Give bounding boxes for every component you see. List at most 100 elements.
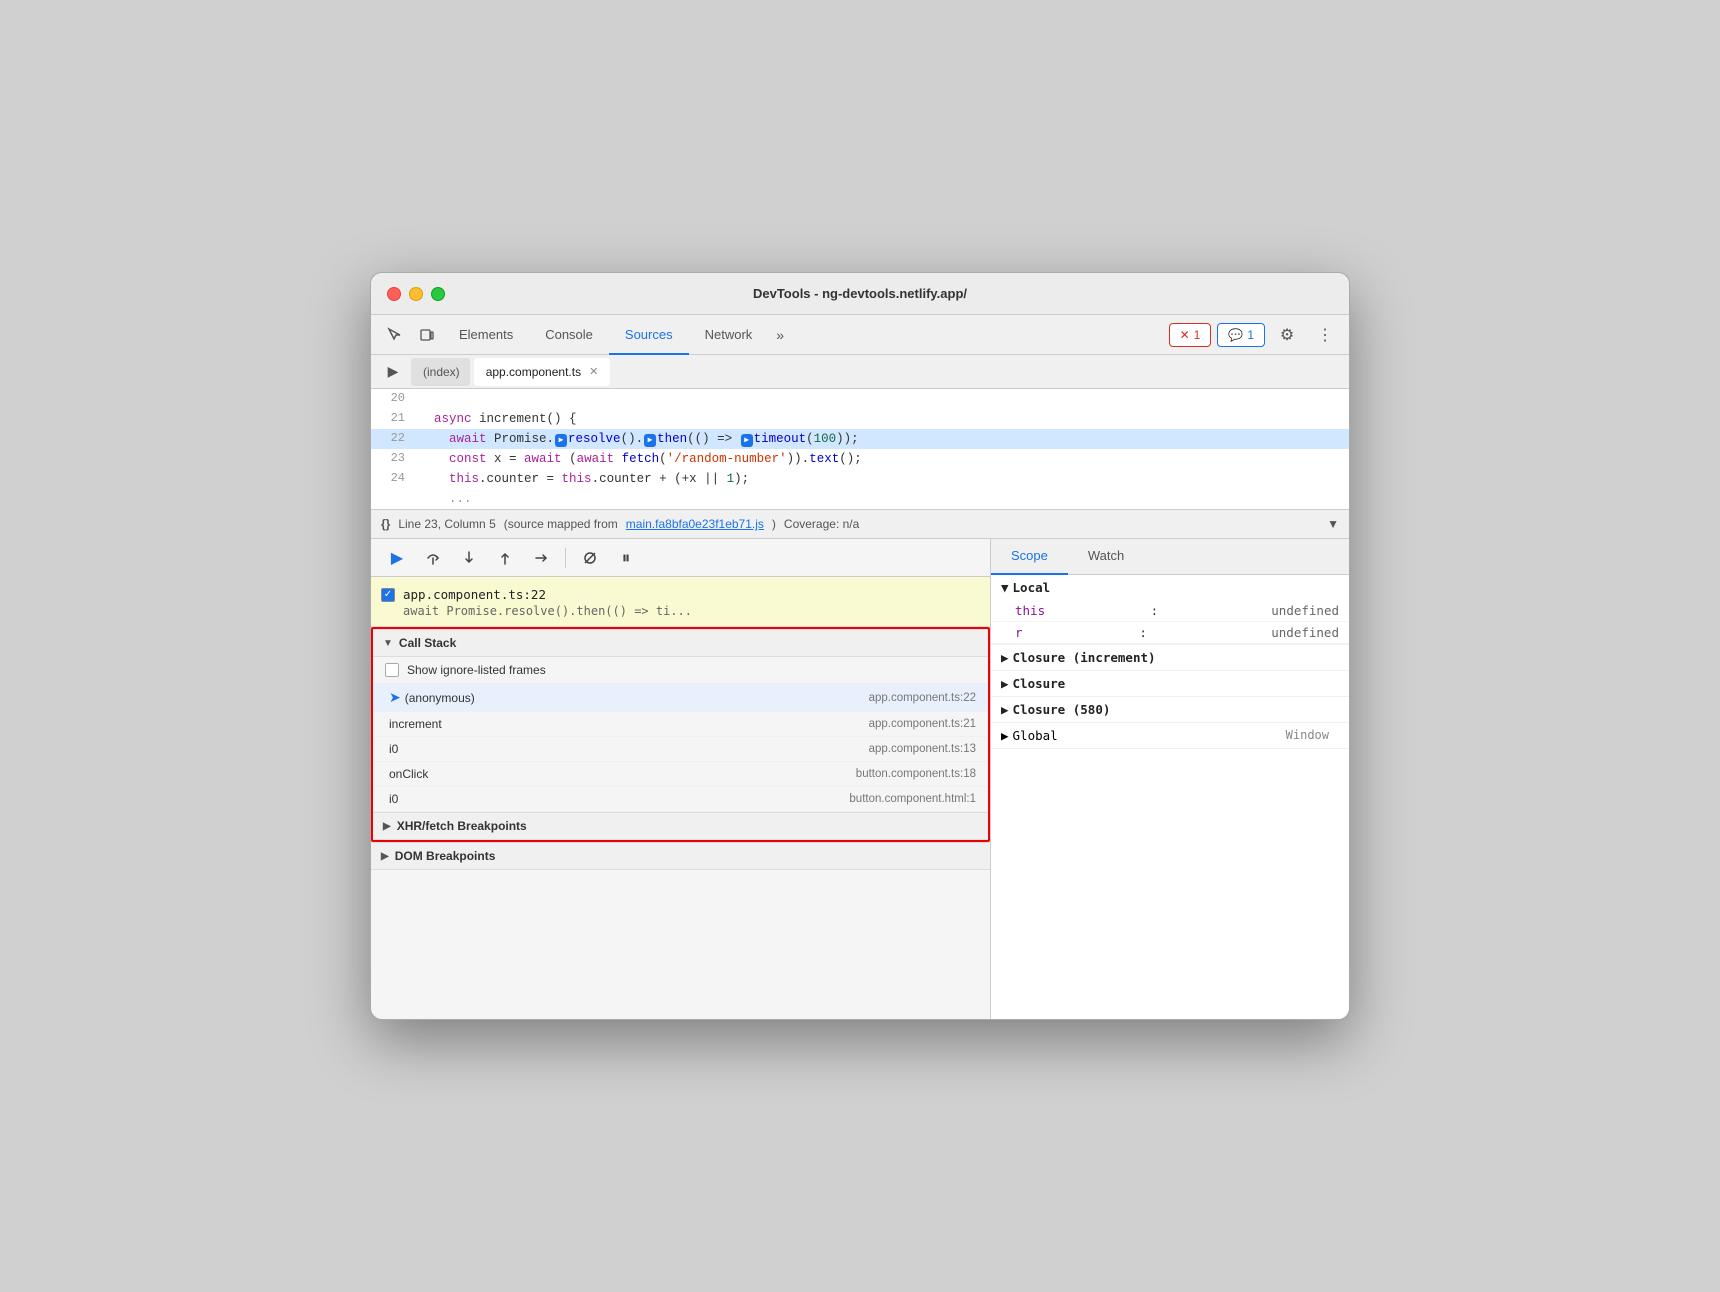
call-stack-name-4: i0: [389, 792, 398, 806]
line-number-23: 23: [371, 449, 415, 468]
error-count: 1: [1194, 328, 1201, 342]
source-mapped-suffix: ): [772, 517, 776, 531]
scope-tab-bar: Scope Watch: [991, 539, 1349, 575]
step-button[interactable]: [527, 544, 555, 572]
scope-colon-this: :: [1151, 603, 1166, 618]
breakpoint-checkbox[interactable]: ✓: [381, 588, 395, 602]
source-mapped-prefix: (source mapped from: [504, 517, 618, 531]
status-right-icon: ▼: [1327, 517, 1339, 531]
inspect-element-button[interactable]: [379, 319, 411, 351]
resume-button[interactable]: ▶: [383, 544, 411, 572]
scope-group-closure: ▶ Closure: [991, 671, 1349, 697]
settings-button[interactable]: ⚙: [1271, 319, 1303, 351]
scope-group-closure-580-header[interactable]: ▶ Closure (580): [991, 697, 1349, 722]
deactivate-breakpoints-button[interactable]: [576, 544, 604, 572]
format-button[interactable]: {}: [381, 517, 390, 531]
debugger-toolbar: ▶ ⏸: [371, 539, 990, 577]
call-stack-item-0[interactable]: ➤ (anonymous) app.component.ts:22: [373, 684, 988, 712]
ignore-frames-checkbox[interactable]: [385, 663, 399, 677]
right-panel: Scope Watch ▼ Local this : undefined: [991, 539, 1349, 1019]
code-line-23: 23 const x = await (await fetch('/random…: [371, 449, 1349, 469]
scope-val-this: undefined: [1271, 603, 1339, 618]
scope-group-closure-header[interactable]: ▶ Closure: [991, 671, 1349, 696]
scope-group-closure-increment-header[interactable]: ▶ Closure (increment): [991, 645, 1349, 670]
file-tab-index-label: (index): [423, 365, 460, 379]
file-tab-index[interactable]: (index): [411, 358, 470, 386]
code-line-24: 24 this.counter = this.counter + (+x || …: [371, 469, 1349, 489]
line-number-24: 24: [371, 469, 415, 488]
scope-group-local-header[interactable]: ▼ Local: [991, 575, 1349, 600]
local-label: Local: [1013, 580, 1051, 595]
scope-group-local: ▼ Local this : undefined r : undefined: [991, 575, 1349, 645]
file-tabs-bar: ▶ (index) app.component.ts ✕: [371, 355, 1349, 389]
active-frame-arrow: ➤: [389, 689, 401, 706]
breakpoints-section: ✓ app.component.ts:22 await Promise.reso…: [371, 577, 990, 627]
dom-title: DOM Breakpoints: [395, 849, 496, 863]
step-out-button[interactable]: [491, 544, 519, 572]
step-into-button[interactable]: [455, 544, 483, 572]
call-stack-highlighted-section: ▼ Call Stack Show ignore-listed frames ➤…: [371, 627, 990, 842]
more-options-button[interactable]: ⋮: [1309, 319, 1341, 351]
code-content-22: await Promise.▶resolve().▶then(() => ▶ti…: [415, 429, 1349, 449]
code-editor[interactable]: 20 21 async increment() { 22 await Promi…: [371, 389, 1349, 509]
line-number-20: 20: [371, 389, 415, 408]
file-tab-close-button[interactable]: ✕: [587, 363, 600, 380]
tab-sources[interactable]: Sources: [609, 315, 689, 355]
info-badge-button[interactable]: 💬 1: [1217, 323, 1265, 347]
error-icon: ✕: [1180, 328, 1190, 342]
status-bar: {} Line 23, Column 5 (source mapped from…: [371, 509, 1349, 539]
tab-scope[interactable]: Scope: [991, 539, 1068, 575]
maximize-button[interactable]: [431, 287, 445, 301]
code-content-24: this.counter = this.counter + (+x || 1);: [415, 469, 1349, 489]
file-tab-app-component[interactable]: app.component.ts ✕: [474, 358, 611, 386]
step-over-button[interactable]: [419, 544, 447, 572]
scope-group-closure-580: ▶ Closure (580): [991, 697, 1349, 723]
local-arrow: ▼: [1001, 580, 1009, 595]
status-right: ▼: [1327, 517, 1339, 531]
scope-group-global-header[interactable]: ▶ Global Window: [991, 723, 1349, 748]
code-line-25: ...: [371, 489, 1349, 509]
code-line-21: 21 async increment() {: [371, 409, 1349, 429]
dom-breakpoints-header[interactable]: ▶ DOM Breakpoints: [371, 842, 990, 870]
info-icon: 💬: [1228, 328, 1243, 342]
tabs-right-area: ✕ 1 💬 1 ⚙ ⋮: [1169, 319, 1341, 351]
xhr-title: XHR/fetch Breakpoints: [397, 819, 527, 833]
call-stack-item-1[interactable]: increment app.component.ts:21: [373, 712, 988, 737]
code-line-22: 22 await Promise.▶resolve().▶then(() => …: [371, 429, 1349, 449]
tab-console[interactable]: Console: [529, 315, 609, 355]
scope-group-closure-increment: ▶ Closure (increment): [991, 645, 1349, 671]
tab-elements[interactable]: Elements: [443, 315, 529, 355]
dom-arrow: ▶: [381, 851, 389, 862]
breakpoint-label: app.component.ts:22: [403, 587, 546, 602]
call-stack-arrow: ▼: [383, 638, 393, 649]
file-nav-button[interactable]: ▶: [379, 358, 407, 386]
call-stack-item-4[interactable]: i0 button.component.html:1: [373, 787, 988, 812]
left-panel: ▶ ⏸: [371, 539, 991, 1019]
more-tabs-button[interactable]: »: [768, 315, 792, 355]
cursor-position: Line 23, Column 5: [398, 517, 495, 531]
closure-label: Closure: [1013, 676, 1066, 691]
tab-watch[interactable]: Watch: [1068, 539, 1144, 575]
minimize-button[interactable]: [409, 287, 423, 301]
call-stack-header[interactable]: ▼ Call Stack: [373, 629, 988, 657]
closure-increment-label: Closure (increment): [1013, 650, 1156, 665]
close-button[interactable]: [387, 287, 401, 301]
code-content-25: ...: [415, 489, 1349, 509]
scope-key-this: this: [1015, 603, 1045, 618]
line-number-21: 21: [371, 409, 415, 428]
call-stack-item-3[interactable]: onClick button.component.ts:18: [373, 762, 988, 787]
code-content-23: const x = await (await fetch('/random-nu…: [415, 449, 1349, 469]
error-badge-button[interactable]: ✕ 1: [1169, 323, 1212, 347]
devtools-tab-bar: Elements Console Sources Network » ✕ 1 💬…: [371, 315, 1349, 355]
call-stack-name-1: increment: [389, 717, 442, 731]
scope-content: ▼ Local this : undefined r : undefined: [991, 575, 1349, 1019]
device-toggle-button[interactable]: [411, 319, 443, 351]
code-content-21: async increment() {: [415, 409, 1349, 429]
call-stack-item-2[interactable]: i0 app.component.ts:13: [373, 737, 988, 762]
source-mapped-link[interactable]: main.fa8bfa0e23f1eb71.js: [626, 517, 764, 531]
show-ignored-frames-row: Show ignore-listed frames: [373, 657, 988, 684]
call-stack-title: Call Stack: [399, 636, 456, 650]
tab-network[interactable]: Network: [689, 315, 769, 355]
xhr-breakpoints-header[interactable]: ▶ XHR/fetch Breakpoints: [373, 812, 988, 840]
pause-on-exceptions-button[interactable]: ⏸: [612, 544, 640, 572]
